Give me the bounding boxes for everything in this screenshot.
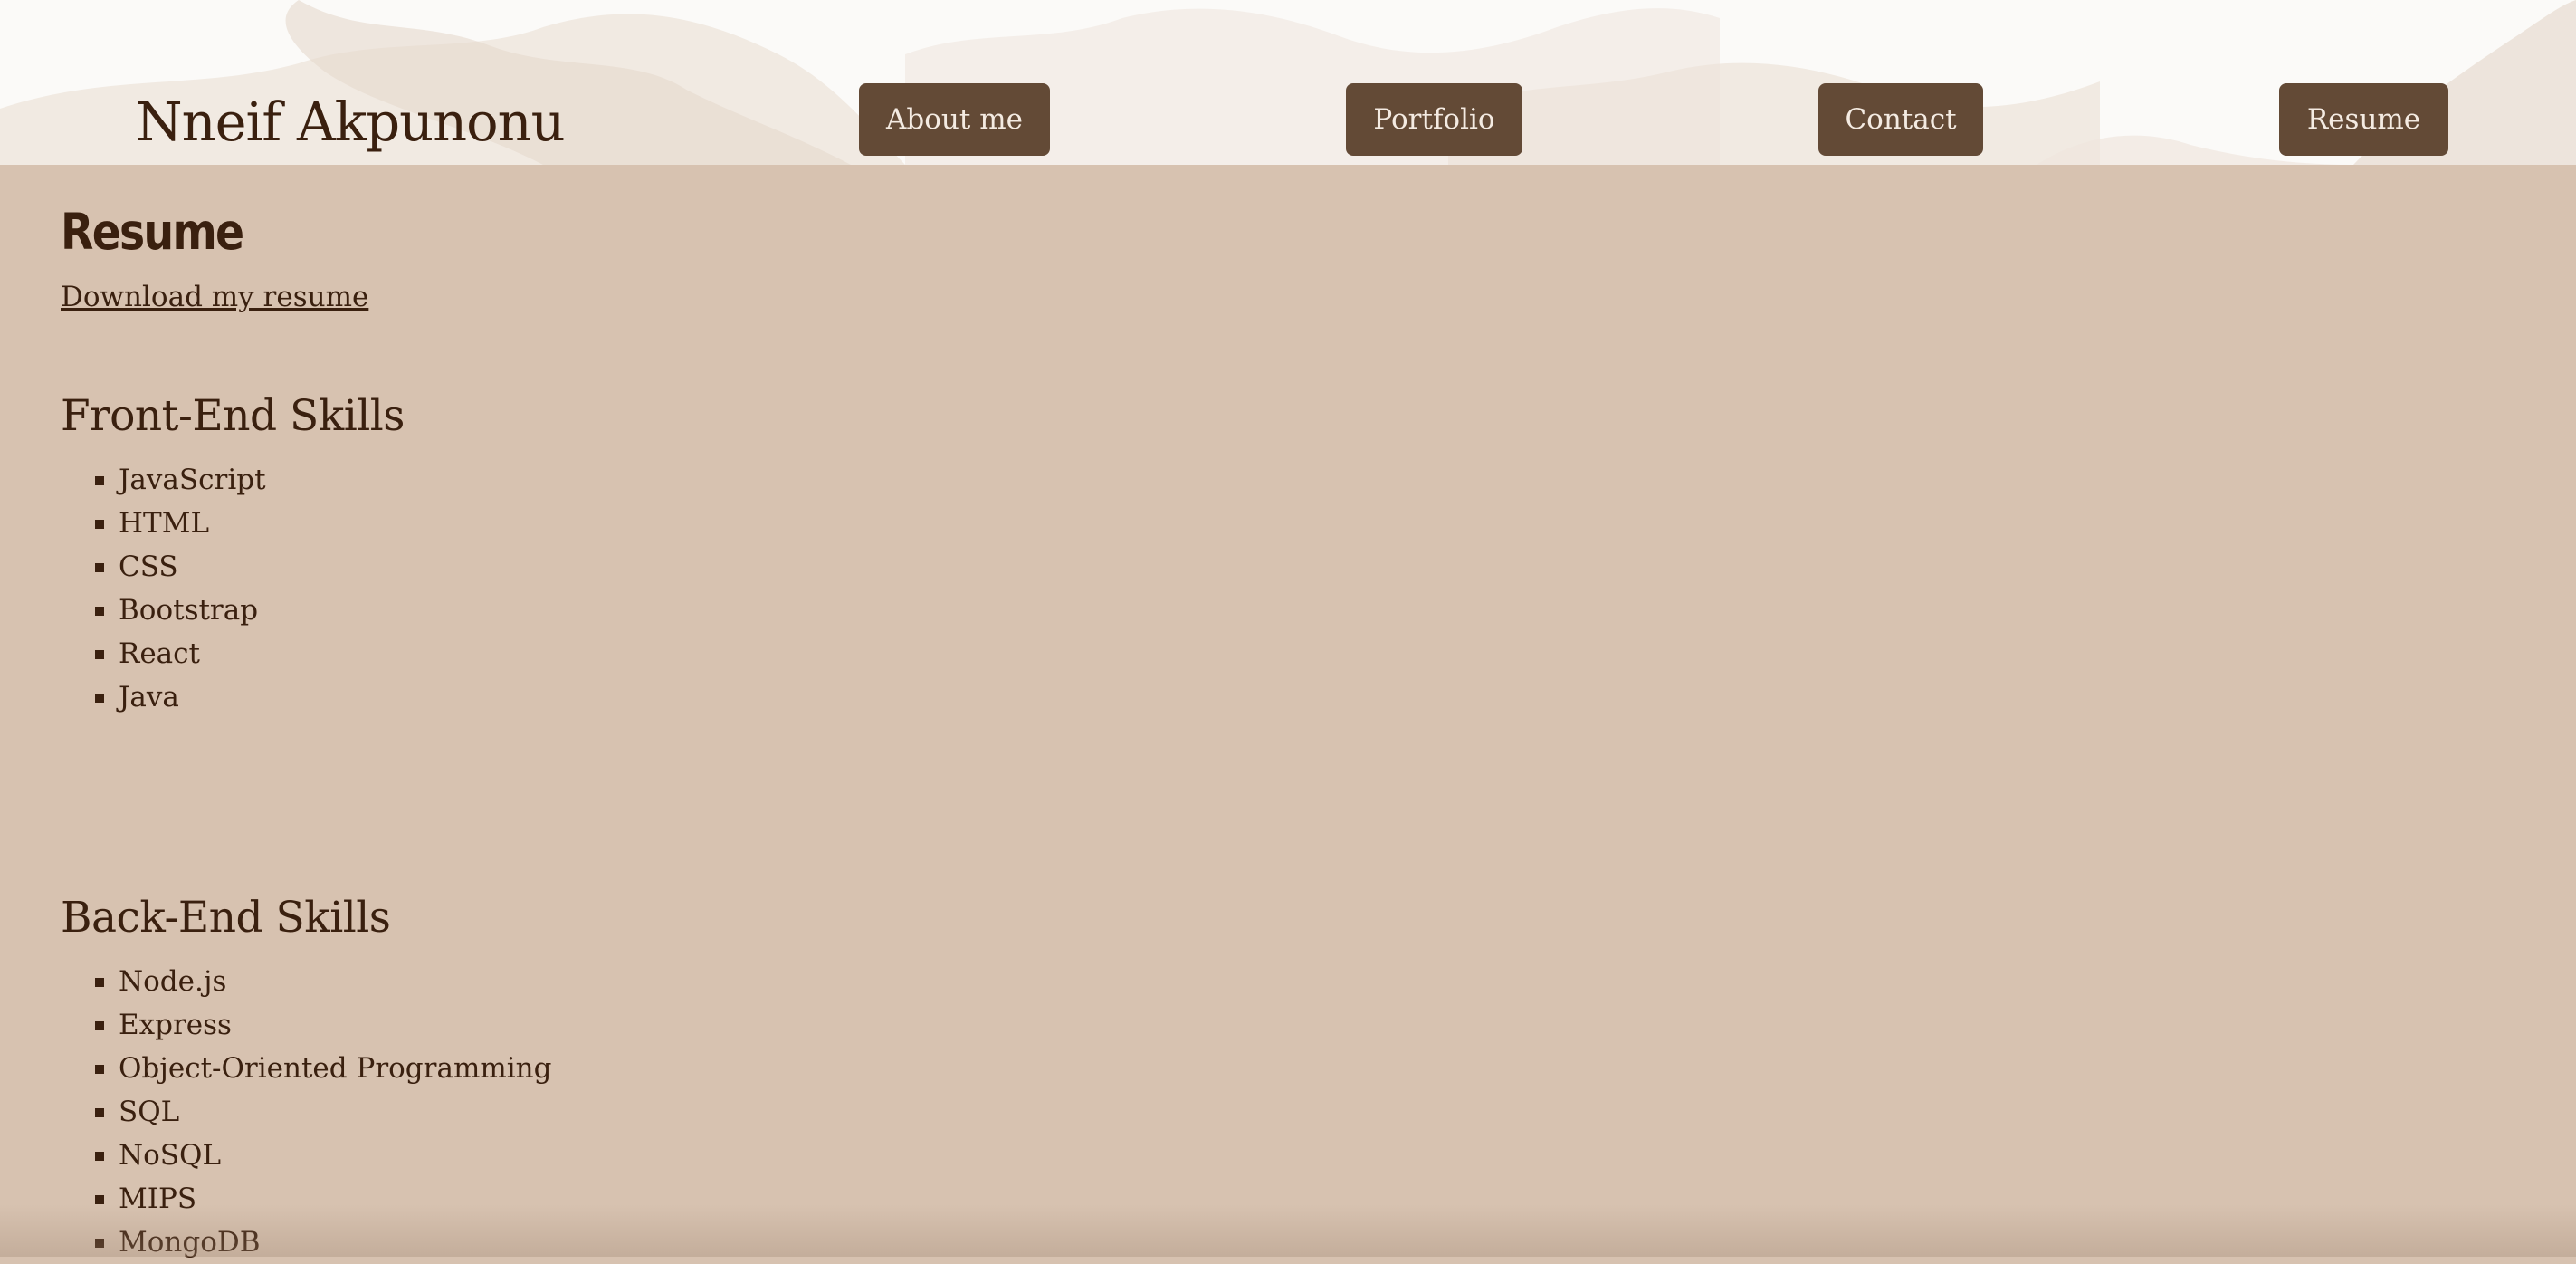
skill-label: Bootstrap — [119, 594, 259, 627]
list-item: MongoDB — [61, 1221, 551, 1264]
skill-label: JavaScript — [119, 464, 266, 496]
nav-resume-button[interactable]: Resume — [2279, 83, 2448, 156]
site-header: Nneif Akpunonu About me Portfolio Contac… — [0, 0, 2576, 165]
list-item: MIPS — [61, 1177, 551, 1221]
list-item: SQL — [61, 1090, 551, 1134]
list-item: Java — [61, 675, 266, 719]
site-name: Nneif Akpunonu — [136, 91, 566, 153]
list-item: Bootstrap — [61, 589, 266, 632]
square-bullet-icon — [95, 1108, 104, 1117]
download-resume-link[interactable]: Download my resume — [61, 275, 368, 319]
list-item: JavaScript — [61, 458, 266, 502]
nav-about-button[interactable]: About me — [859, 83, 1050, 156]
square-bullet-icon — [95, 650, 104, 659]
skill-label: React — [119, 637, 200, 670]
square-bullet-icon — [95, 978, 104, 987]
list-item: Node.js — [61, 960, 551, 1003]
nav-portfolio-button[interactable]: Portfolio — [1346, 83, 1522, 156]
skill-label: Object-Oriented Programming — [119, 1052, 552, 1085]
square-bullet-icon — [95, 1195, 104, 1204]
list-item: HTML — [61, 502, 266, 545]
square-bullet-icon — [95, 476, 104, 485]
square-bullet-icon — [95, 1152, 104, 1161]
front-end-skills-heading: Front-End Skills — [61, 391, 405, 441]
skill-label: CSS — [119, 551, 178, 583]
skill-label: HTML — [119, 507, 210, 540]
skill-label: Java — [119, 681, 179, 713]
skill-label: Express — [119, 1009, 232, 1041]
list-item: Object-Oriented Programming — [61, 1047, 551, 1090]
list-item: React — [61, 632, 266, 675]
square-bullet-icon — [95, 607, 104, 616]
skill-label: MIPS — [119, 1183, 197, 1215]
skill-label: SQL — [119, 1096, 180, 1128]
front-end-skills-list: JavaScript HTML CSS Bootstrap React Java — [61, 458, 266, 719]
skill-label: NoSQL — [119, 1139, 222, 1172]
back-end-skills-list: Node.js Express Object-Oriented Programm… — [61, 960, 551, 1264]
square-bullet-icon — [95, 520, 104, 529]
square-bullet-icon — [95, 1239, 104, 1248]
page-title: Resume — [61, 203, 244, 261]
nav-contact-button[interactable]: Contact — [1818, 83, 1983, 156]
list-item: CSS — [61, 545, 266, 589]
list-item: NoSQL — [61, 1134, 551, 1177]
square-bullet-icon — [95, 694, 104, 703]
back-end-skills-heading: Back-End Skills — [61, 893, 391, 943]
square-bullet-icon — [95, 563, 104, 572]
list-item: Express — [61, 1003, 551, 1047]
square-bullet-icon — [95, 1021, 104, 1030]
skill-label: Node.js — [119, 965, 227, 998]
square-bullet-icon — [95, 1065, 104, 1074]
skill-label: MongoDB — [119, 1226, 261, 1259]
